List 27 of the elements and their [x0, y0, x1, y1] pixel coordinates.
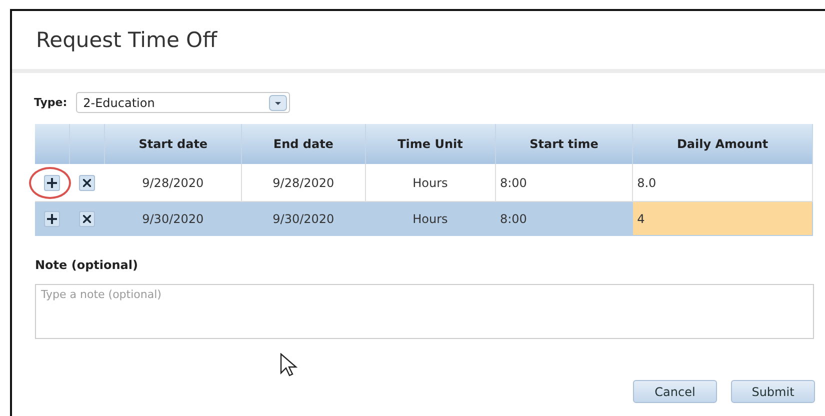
remove-row-button[interactable]: [79, 174, 95, 190]
column-header: Daily Amount: [632, 124, 812, 164]
note-field[interactable]: Type a note (optional): [35, 284, 814, 339]
dialog-title: Request Time Off: [36, 28, 218, 52]
column-header: Start date: [104, 124, 242, 164]
note-label: Note (optional): [35, 258, 139, 272]
caret-icon: [269, 94, 288, 110]
plus-icon: [47, 214, 58, 224]
table-cell: 8:00: [495, 202, 633, 236]
table-cell: 9/30/2020: [242, 202, 366, 236]
table-cell: 4: [632, 202, 812, 236]
close-icon: [83, 214, 91, 222]
submit-button[interactable]: Submit: [731, 380, 815, 403]
plus-icon: [47, 178, 58, 188]
mouse-cursor-icon: [280, 353, 298, 377]
column-header: Time Unit: [365, 124, 496, 164]
cancel-button[interactable]: Cancel: [633, 380, 717, 403]
column-header: Start time: [495, 124, 633, 164]
table-cell: Hours: [365, 202, 496, 236]
remove-row-button[interactable]: [79, 210, 95, 226]
table-cell: 9/30/2020: [104, 202, 242, 236]
add-row-button[interactable]: [44, 174, 60, 190]
add-row-button[interactable]: [44, 210, 60, 226]
type-dropdown[interactable]: 2-Education: [76, 92, 290, 113]
type-label: Type:: [34, 96, 68, 109]
column-header: End date: [242, 124, 366, 164]
close-icon: [83, 178, 91, 186]
